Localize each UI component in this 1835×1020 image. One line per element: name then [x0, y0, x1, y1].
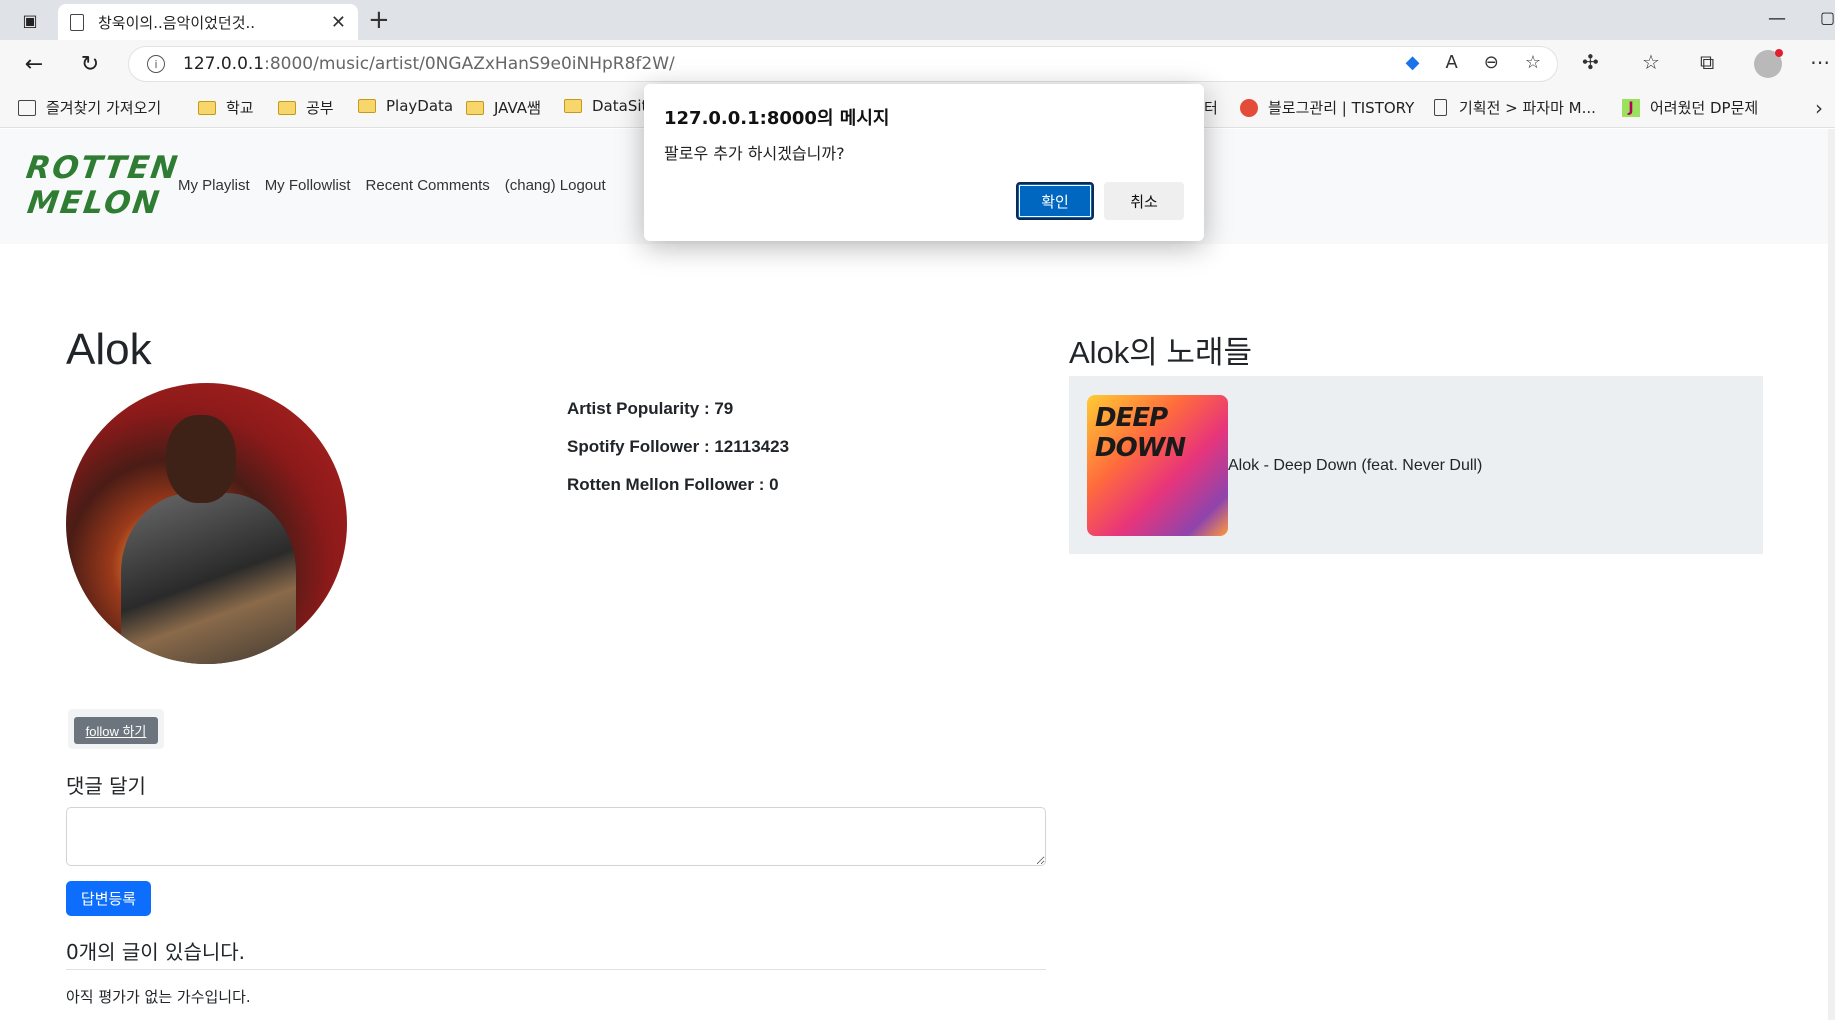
favorites-icon[interactable]: ☆ — [1642, 50, 1660, 74]
minimize-icon[interactable]: — — [1768, 8, 1786, 29]
song-title[interactable]: Alok - Deep Down (feat. Never Dull) — [1228, 457, 1482, 475]
bookmark-tistory[interactable]: 블로그관리 | TISTORY — [1240, 97, 1414, 118]
folder-icon — [466, 100, 484, 115]
rotten-mellon-follower: Rotten Mellon Follower : 0 — [567, 475, 779, 494]
tab-bar: ▣ 창욱이의..음악이었던것.. ✕ + — ▢ — [0, 0, 1835, 40]
j-icon: J — [1622, 98, 1640, 117]
nav-my-playlist[interactable]: My Playlist — [178, 177, 250, 194]
document-icon — [1434, 99, 1447, 116]
confirm-dialog: 127.0.0.1:8000의 메시지 팔로우 추가 하시겠습니까? 확인 취소 — [644, 84, 1204, 241]
url-text: 127.0.0.1:8000/music/artist/0NGAZxHanS9e… — [183, 54, 675, 74]
nav-recent-comments[interactable]: Recent Comments — [366, 177, 490, 194]
folder-icon — [358, 99, 376, 113]
read-aloud-icon[interactable]: A — [1445, 52, 1457, 73]
dialog-message: 팔로우 추가 하시겠습니까? — [664, 144, 845, 163]
bookmark-dp[interactable]: J 어려웠던 DP문제 — [1622, 97, 1758, 118]
new-tab-icon[interactable]: + — [368, 6, 390, 34]
tab-title: 창욱이의..음악이었던것.. — [98, 13, 256, 32]
browser-tab[interactable]: 창욱이의..음악이었던것.. ✕ — [58, 4, 358, 40]
artist-stats: Artist Popularity : 79 Spotify Follower … — [567, 399, 789, 513]
back-icon[interactable]: ← — [20, 50, 48, 78]
collections-icon[interactable]: ⧉ — [1700, 50, 1714, 74]
nav-my-followlist[interactable]: My Followlist — [265, 177, 351, 194]
dialog-title: 127.0.0.1:8000의 메시지 — [664, 108, 890, 129]
artist-popularity: Artist Popularity : 79 — [567, 399, 734, 418]
bookmark-partial[interactable]: 터 — [1204, 97, 1218, 118]
bookmark-java[interactable]: JAVA쌤 — [466, 97, 541, 118]
follow-form: follow 하기 — [68, 709, 164, 749]
divider — [66, 969, 1046, 970]
site-info-icon[interactable]: i — [147, 55, 165, 73]
extensions-icon[interactable]: ✣ — [1582, 50, 1599, 74]
bookmark-school[interactable]: 학교 — [198, 97, 254, 118]
nav-logout[interactable]: (chang) Logout — [505, 177, 606, 194]
bookmark-datasite[interactable]: DataSite — [564, 97, 657, 115]
bookmark-pajama[interactable]: 기획전 > 파자마 M... — [1434, 97, 1596, 118]
page-scrollbar[interactable] — [1828, 129, 1835, 1020]
more-icon[interactable]: ⋯ — [1810, 50, 1830, 74]
import-icon — [18, 99, 36, 116]
spotify-follower: Spotify Follower : 12113423 — [567, 437, 790, 456]
bookmark-import[interactable]: 즐겨찾기 가져오기 — [18, 97, 161, 118]
browser-toolbar: ← ↻ i 127.0.0.1:8000/music/artist/0NGAZx… — [0, 40, 1835, 88]
add-favorite-icon[interactable]: ☆ — [1525, 52, 1541, 73]
address-bar-actions: ◆ A ⊖ ☆ — [1406, 52, 1541, 73]
songs-list: DEEP DOWN Alok - Deep Down (feat. Never … — [1069, 376, 1763, 554]
zoom-out-icon[interactable]: ⊖ — [1484, 52, 1499, 73]
notification-dot — [1775, 49, 1783, 57]
empty-comments-text: 아직 평가가 없는 가수입니다. — [66, 988, 251, 1006]
bookmark-playdata[interactable]: PlayData — [358, 97, 453, 115]
folder-icon — [198, 100, 216, 115]
chevron-right-icon[interactable]: › — [1815, 96, 1823, 120]
page-viewport: ROTTEN MELON My Playlist My Followlist R… — [0, 129, 1835, 1020]
tab-actions-icon[interactable]: ▣ — [16, 8, 44, 32]
page-icon — [70, 13, 84, 31]
reload-icon[interactable]: ↻ — [76, 50, 104, 78]
artist-name: Alok — [66, 325, 152, 374]
dialog-ok-button[interactable]: 확인 — [1016, 182, 1094, 220]
maximize-icon[interactable]: ▢ — [1820, 8, 1835, 27]
close-tab-icon[interactable]: ✕ — [331, 12, 346, 33]
comment-input[interactable] — [66, 807, 1046, 866]
folder-icon — [564, 99, 582, 113]
site-logo[interactable]: ROTTEN MELON — [19, 150, 181, 221]
dialog-cancel-button[interactable]: 취소 — [1104, 182, 1184, 220]
comment-heading: 댓글 달기 — [66, 774, 146, 798]
folder-icon — [278, 100, 296, 115]
site-nav-links: My Playlist My Followlist Recent Comment… — [178, 177, 606, 194]
bookmark-study[interactable]: 공부 — [278, 97, 334, 118]
songs-heading: Alok의 노래들 — [1069, 335, 1252, 370]
list-item[interactable]: DEEP DOWN Alok - Deep Down (feat. Never … — [1087, 395, 1482, 536]
submit-comment-button[interactable]: 답변등록 — [66, 881, 151, 916]
tistory-icon — [1240, 98, 1258, 117]
shopping-tag-icon[interactable]: ◆ — [1406, 52, 1420, 73]
artist-photo — [66, 383, 347, 664]
comment-count: 0개의 글이 있습니다. — [66, 940, 245, 964]
follow-button[interactable]: follow 하기 — [74, 717, 158, 744]
album-cover[interactable]: DEEP DOWN — [1087, 395, 1228, 536]
address-bar[interactable]: i 127.0.0.1:8000/music/artist/0NGAZxHanS… — [128, 46, 1558, 82]
